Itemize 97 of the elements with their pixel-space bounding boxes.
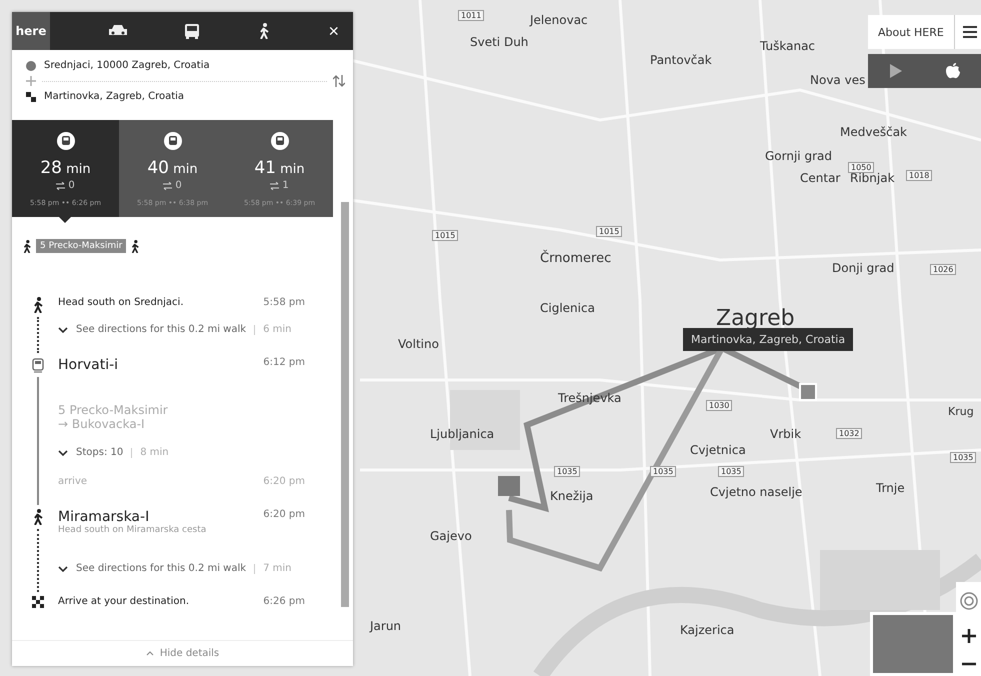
expand-link[interactable]: See directions for this 0.2 mi walk — [76, 563, 246, 574]
selection-pointer — [59, 217, 71, 223]
map-label: Donji grad — [832, 262, 894, 274]
road-number: 1018 — [906, 170, 932, 181]
step-time: 6:20 pm — [263, 509, 305, 522]
destination-tooltip: Martinovka, Zagreb, Croatia — [683, 328, 854, 351]
chevron-down-icon[interactable] — [58, 450, 68, 456]
destination-location[interactable]: Martinovka, Zagreb, Croatia — [44, 91, 184, 102]
transfer-icon — [56, 182, 66, 190]
expand-link[interactable]: Stops: 10 — [76, 447, 124, 458]
tram-icon — [32, 357, 44, 373]
satellite-thumbnail[interactable] — [870, 612, 956, 676]
duration-text: 8 min — [140, 447, 169, 458]
road-number: 1011 — [458, 10, 484, 21]
transfer-count: 0 — [175, 180, 182, 191]
zoom-in-icon[interactable] — [962, 628, 976, 643]
step-title: Arrive at your destination. — [58, 596, 190, 607]
map-label: Cvjetnica — [690, 444, 746, 456]
here-logo[interactable]: here — [12, 12, 50, 50]
road-number: 1030 — [706, 400, 732, 411]
map-label: Kajzerica — [680, 624, 734, 636]
bus-icon[interactable] — [185, 24, 200, 38]
apple-icon[interactable] — [946, 63, 960, 79]
map-label: Cvjetno naselje — [710, 486, 802, 498]
menu-icon[interactable] — [962, 26, 977, 38]
map-label: Ljubljanica — [430, 428, 494, 440]
chevron-down-icon[interactable] — [58, 566, 68, 572]
road-number: 1050 — [848, 162, 874, 173]
map-label: Jelenovac — [530, 14, 588, 26]
transit-line: 5 Precko-Maksimir — [58, 403, 169, 417]
map-label: Pantovčak — [650, 54, 712, 66]
map-label: Jarun — [370, 620, 402, 632]
duration-text: 6 min — [263, 324, 292, 335]
car-icon[interactable] — [108, 25, 127, 37]
arrive-label: arrive — [58, 476, 88, 487]
map-label: Knežija — [550, 490, 594, 502]
bus-icon — [164, 132, 182, 150]
step-title: Horvati-i — [58, 357, 118, 373]
map-label: Trešnjevka — [558, 392, 622, 404]
walking-icon — [32, 509, 44, 525]
step-time: 5:58 pm — [263, 297, 305, 308]
chevron-down-icon[interactable] — [58, 326, 68, 332]
walking-icon — [32, 297, 44, 313]
scrollbar[interactable] — [341, 202, 349, 607]
swap-icon[interactable] — [333, 75, 345, 87]
road-number: 1015 — [432, 230, 458, 241]
bus-icon — [56, 132, 74, 150]
road-number: 1035 — [950, 452, 976, 463]
road-number: 1035 — [650, 466, 676, 477]
road-number: 1015 — [596, 226, 622, 237]
transfer-icon — [163, 182, 172, 190]
map-label: Tuškanac — [760, 40, 816, 52]
map-label: Krug — [948, 406, 974, 417]
play-icon[interactable] — [889, 64, 904, 78]
locate-icon[interactable] — [960, 592, 978, 610]
start-location[interactable]: Srednjaci, 10000 Zagreb, Croatia — [44, 60, 210, 71]
transfer-count: 0 — [68, 180, 75, 191]
step-time: 6:12 pm — [263, 357, 305, 370]
map-label: Medveščak — [840, 126, 907, 138]
map-label: Trnje — [876, 482, 905, 494]
checkered-flag-icon — [32, 596, 44, 608]
line-badge: 5 Precko-Maksimir — [36, 239, 126, 253]
step-title: Miramarska-I — [58, 509, 150, 525]
map-label: Zagreb — [716, 308, 795, 330]
step-time: 6:26 pm — [263, 596, 305, 607]
walking-icon[interactable] — [258, 23, 270, 39]
map-label: Ciglenica — [540, 302, 595, 314]
map-label: Sveti Duh — [470, 36, 528, 48]
map-label: Ribnjak — [850, 172, 895, 184]
chevron-up-icon — [146, 651, 154, 656]
map-label: Gornji grad — [765, 150, 832, 162]
map-label: Črnomerec — [540, 252, 612, 265]
transit-direction: → Bukovacka-I — [58, 417, 146, 431]
road-number: 1035 — [718, 466, 744, 477]
expand-link[interactable]: See directions for this 0.2 mi walk — [76, 324, 246, 335]
close-button[interactable]: × — [328, 20, 339, 42]
arrive-time: 6:20 pm — [263, 476, 305, 487]
road-number: 1035 — [554, 466, 580, 477]
step-instruction: Head south on Miramarska cesta — [58, 525, 208, 535]
duration-text: 7 min — [263, 563, 292, 574]
transfer-icon — [270, 182, 280, 190]
checkered-flag-icon — [26, 92, 36, 102]
bus-icon — [270, 132, 288, 150]
walking-icon — [22, 240, 32, 252]
zoom-out-icon[interactable] — [962, 662, 976, 666]
map-label: Centar — [800, 172, 840, 184]
transfer-count: 1 — [282, 180, 289, 191]
map-label: Gajevo — [430, 530, 472, 542]
step-title: Head south on Srednjaci. — [58, 297, 184, 308]
road-number: 1026 — [930, 264, 956, 275]
hide-details-button[interactable]: Hide details — [12, 640, 353, 666]
map-label: Voltino — [398, 338, 439, 350]
walking-icon — [130, 240, 140, 252]
road-number: 1032 — [836, 428, 862, 439]
map-label: Vrbik — [770, 428, 802, 440]
map-label: Nova ves — [810, 74, 866, 86]
start-dot-icon — [26, 60, 36, 70]
